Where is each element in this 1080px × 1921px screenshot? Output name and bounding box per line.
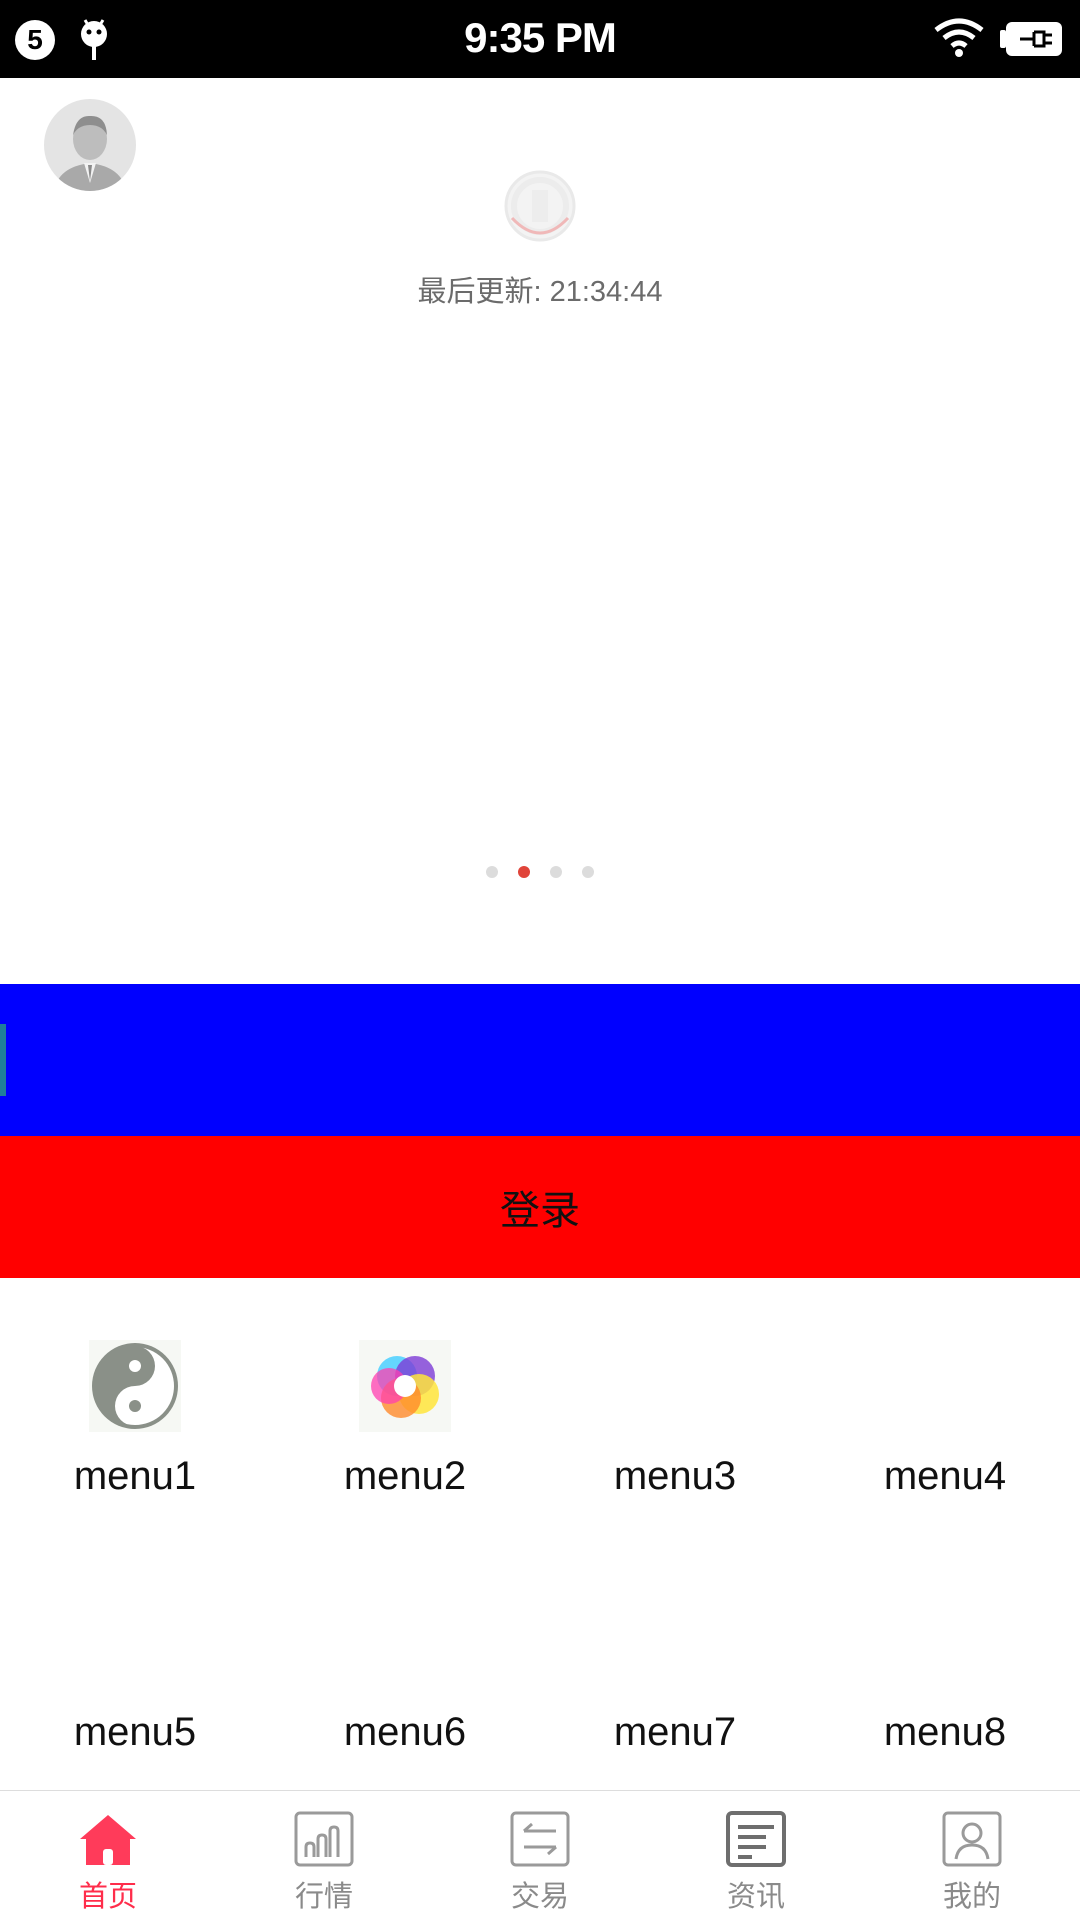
tab-label: 资讯 — [726, 1881, 785, 1913]
tab-label: 交易 — [510, 1881, 569, 1913]
bottom-tab-bar: 首页 行情 交易 资讯 我的 — [0, 1790, 1080, 1921]
profile-icon — [942, 1811, 1002, 1867]
tab-news[interactable]: 资讯 — [648, 1791, 864, 1921]
menu-item-7[interactable]: menu7 — [540, 1580, 810, 1760]
carousel-dot-active[interactable] — [518, 866, 530, 878]
tab-label: 首页 — [78, 1881, 137, 1913]
last-updated-time: 21:34:44 — [549, 276, 663, 308]
login-button[interactable]: 登录 — [0, 1136, 1080, 1278]
menu-label: menu3 — [613, 1454, 737, 1498]
menu-item-2[interactable]: menu2 — [270, 1330, 540, 1510]
clock: 9:35 PM — [464, 14, 617, 61]
person-silhouette-icon — [54, 115, 126, 191]
login-button-label: 登录 — [500, 1189, 580, 1233]
market-chart-icon — [294, 1811, 354, 1867]
menu-item-3[interactable]: menu3 — [540, 1330, 810, 1510]
tab-profile[interactable]: 我的 — [864, 1791, 1080, 1921]
carousel-dot[interactable] — [582, 866, 594, 878]
battery-charging-icon — [1000, 22, 1062, 56]
home-icon — [80, 1815, 136, 1865]
menu-label: menu7 — [613, 1710, 737, 1754]
rainbow-swirl-icon — [359, 1340, 451, 1432]
tab-market[interactable]: 行情 — [216, 1791, 432, 1921]
tab-home[interactable]: 首页 — [0, 1791, 216, 1921]
status-bar: 5 9:35 PM — [0, 0, 1080, 78]
menu-item-5[interactable]: menu5 — [0, 1580, 270, 1760]
tab-label: 行情 — [294, 1881, 353, 1913]
carousel-dot[interactable] — [486, 866, 498, 878]
menu-item-6[interactable]: menu6 — [270, 1580, 540, 1760]
menu-label: menu6 — [343, 1710, 467, 1754]
tab-label: 我的 — [942, 1881, 1001, 1913]
menu-item-1[interactable]: menu1 — [0, 1330, 270, 1510]
yin-yang-icon — [89, 1340, 181, 1432]
text-cursor — [0, 1024, 6, 1096]
exchange-arrows-icon — [510, 1811, 570, 1867]
menu-label: menu1 — [73, 1454, 197, 1498]
menu-label: menu4 — [883, 1454, 1007, 1498]
last-updated-label: 最后更新: — [417, 276, 542, 308]
brand-logo-icon — [504, 170, 576, 242]
menu-item-4[interactable]: menu4 — [810, 1330, 1080, 1510]
input-bar[interactable] — [0, 984, 1080, 1136]
carousel-indicator — [0, 866, 1080, 880]
carousel-dot[interactable] — [550, 866, 562, 878]
menu-label: menu2 — [343, 1454, 467, 1498]
news-document-icon — [726, 1811, 786, 1867]
banner-carousel[interactable] — [0, 320, 1080, 880]
last-updated-text: 最后更新: 21:34:44 — [0, 268, 1080, 310]
menu-item-8[interactable]: menu8 — [810, 1580, 1080, 1760]
wifi-icon — [934, 18, 984, 57]
menu-label: menu8 — [883, 1710, 1007, 1754]
user-avatar[interactable] — [44, 99, 136, 191]
tab-trade[interactable]: 交易 — [432, 1791, 648, 1921]
menu-label: menu5 — [73, 1710, 197, 1754]
